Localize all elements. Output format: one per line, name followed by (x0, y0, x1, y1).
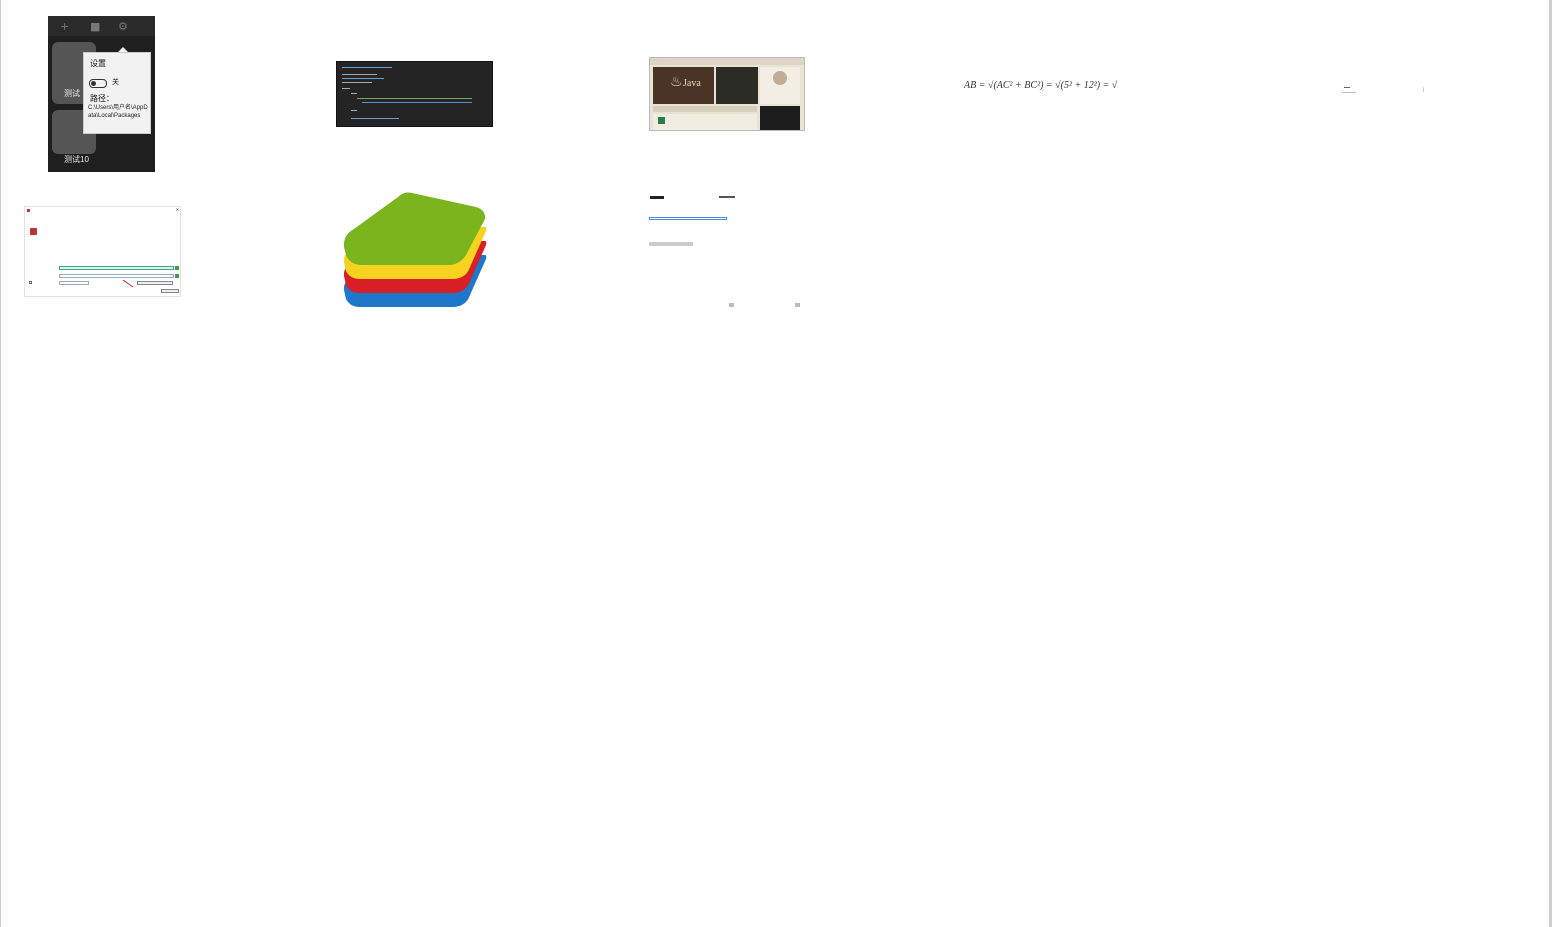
code-line (362, 102, 472, 103)
code-line (342, 88, 350, 89)
trash-icon[interactable]: ■ (90, 20, 100, 33)
bar-mark (1423, 87, 1424, 92)
java-hero-banner[interactable]: ♨ Java (653, 67, 714, 104)
thumbnail-windows-dialog[interactable]: ✕ (24, 206, 181, 297)
settings-icon[interactable]: ⚙ (118, 20, 128, 33)
dark-hero-card[interactable] (716, 67, 758, 104)
app-label: 测试 (64, 89, 80, 98)
avatar (773, 71, 787, 85)
page-button[interactable] (795, 303, 800, 307)
browse-button[interactable] (175, 274, 179, 278)
thumbnail-phone-settings[interactable]: + ■ ⚙ 测试 测试10 设置 关 路径： C:\Users\用户名\AppD… (48, 16, 155, 172)
nav-links: · · · · · · · · (654, 58, 668, 62)
page-left-border (0, 0, 1, 927)
annotation-arrow (122, 279, 134, 288)
code-line (351, 118, 399, 119)
underline-mark (1342, 92, 1356, 93)
phone-toolbar: + ■ ⚙ (48, 16, 155, 36)
java-hero-text: Java (683, 78, 701, 89)
code-line (351, 93, 357, 94)
close-icon[interactable]: ✕ (176, 207, 179, 212)
code-line (357, 98, 472, 99)
path-label: 路径： (90, 94, 114, 103)
action-button[interactable] (137, 281, 173, 285)
dialog-titlebar: ✕ (25, 207, 180, 214)
table-title (650, 196, 664, 199)
popup-title: 设置 (90, 59, 106, 68)
section-strip (653, 106, 757, 112)
ok-button[interactable] (161, 289, 179, 293)
plus-icon[interactable]: + (60, 20, 69, 33)
app-icon (27, 209, 30, 212)
dark-side-card[interactable] (760, 106, 800, 130)
toggle-knob (91, 81, 96, 86)
code-line (342, 74, 377, 75)
column-header (719, 196, 735, 198)
app-icon (30, 228, 37, 235)
thumbnail-code-editor[interactable] (336, 61, 493, 127)
page-button[interactable] (729, 303, 734, 307)
bluestacks-logo-icon (343, 192, 487, 307)
checkbox[interactable] (29, 281, 32, 284)
path-value: C:\Users\用户名\AppData\Local\Packages (88, 105, 148, 119)
java-icon (658, 117, 665, 124)
content-card[interactable] (653, 114, 757, 130)
dash-mark (1344, 87, 1350, 88)
code-line (351, 110, 357, 111)
settings-popup: 设置 关 路径： C:\Users\用户名\AppData\Local\Pack… (83, 52, 151, 134)
browse-button[interactable] (175, 266, 179, 270)
toolbar-buttons[interactable] (649, 242, 693, 246)
path-field[interactable] (59, 274, 174, 278)
thumbnail-blank[interactable] (1340, 84, 1430, 96)
logo-layer-green (343, 192, 486, 265)
thumbnail-formula[interactable]: AB = √(AC² + BC²) = √(5² + 12²) = √169 =… (958, 78, 1118, 100)
select-field[interactable] (59, 281, 89, 285)
java-cup-icon: ♨ (670, 73, 683, 89)
toggle-state-label: 关 (112, 79, 119, 86)
thumbnail-data-table[interactable] (645, 190, 807, 310)
website-navbar: · · · · · · · · (650, 58, 804, 65)
code-line (342, 82, 372, 83)
thumbnail-bluestacks-logo[interactable] (340, 185, 490, 315)
code-line (342, 67, 392, 68)
path-field[interactable] (59, 266, 174, 270)
code-line (342, 78, 384, 79)
selected-row[interactable] (649, 217, 727, 220)
toggle-switch[interactable] (89, 79, 107, 88)
thumbnail-java-website[interactable]: · · · · · · · · ♨ Java (649, 57, 805, 131)
math-formula: AB = √(AC² + BC²) = √(5² + 12²) = √169 =… (964, 80, 1118, 91)
app-label: 测试10 (64, 155, 89, 164)
